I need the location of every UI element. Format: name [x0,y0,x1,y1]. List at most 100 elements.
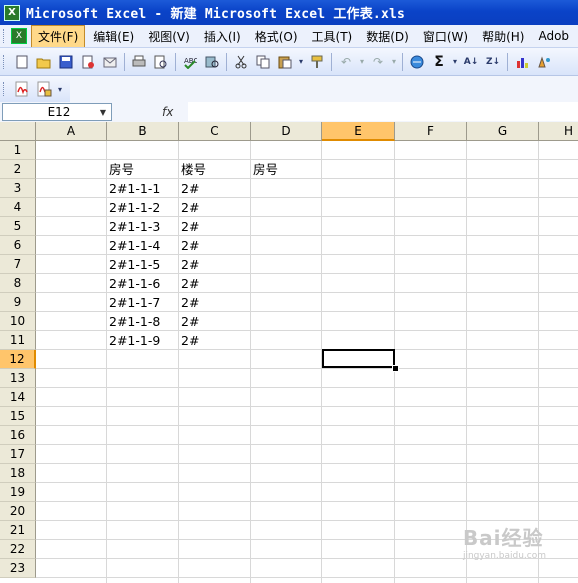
copy-icon[interactable] [253,52,273,72]
menu-insert[interactable]: 插入(I) [198,26,247,47]
active-cell-e12[interactable] [322,349,395,368]
sort-ascending-icon[interactable]: A↓ [461,52,481,72]
chevron-down-icon[interactable]: ▾ [451,52,459,72]
chart-wizard-icon[interactable] [512,52,532,72]
row-header-5[interactable]: 5 [0,217,36,236]
cell-b3[interactable]: 2#1-1-1 [107,179,179,198]
cell-b2[interactable]: 房号 [107,160,179,179]
column-header-e[interactable]: E [322,122,395,141]
column-header-d[interactable]: D [251,122,322,141]
chevron-down-icon[interactable]: ▼ [95,108,111,117]
menu-window[interactable]: 窗口(W) [417,26,474,47]
row-header-1[interactable]: 1 [0,141,36,160]
cell-c7[interactable]: 2# [179,255,251,274]
row-header-13[interactable]: 13 [0,369,36,388]
excel-icon[interactable]: X [4,4,20,21]
row-header-14[interactable]: 14 [0,388,36,407]
row-header-11[interactable]: 11 [0,331,36,350]
cell-c11[interactable]: 2# [179,331,251,350]
print-preview-icon[interactable] [151,52,171,72]
save-icon[interactable] [56,52,76,72]
toolbar-grip[interactable] [3,82,7,96]
hyperlink-icon[interactable] [407,52,427,72]
cell-c3[interactable]: 2# [179,179,251,198]
row-header-6[interactable]: 6 [0,236,36,255]
pdf-settings-icon[interactable] [34,79,54,99]
print-icon[interactable] [129,52,149,72]
select-all-corner[interactable] [0,122,36,141]
row-header-19[interactable]: 19 [0,483,36,502]
cell-c6[interactable]: 2# [179,236,251,255]
email-icon[interactable] [100,52,120,72]
row-header-21[interactable]: 21 [0,521,36,540]
cell-c4[interactable]: 2# [179,198,251,217]
workbook-icon[interactable]: X [11,28,27,44]
insert-function-button[interactable]: fx [162,105,182,119]
row-header-3[interactable]: 3 [0,179,36,198]
column-header-h[interactable]: H [539,122,578,141]
name-box[interactable]: E12 ▼ [2,103,112,121]
cell-b4[interactable]: 2#1-1-2 [107,198,179,217]
autosum-icon[interactable]: Σ [429,52,449,72]
cut-icon[interactable] [231,52,251,72]
toolbar-options-icon[interactable]: ▾ [56,79,64,99]
paste-icon[interactable] [275,52,295,72]
toolbar-grip[interactable] [3,54,7,69]
cell-b7[interactable]: 2#1-1-5 [107,255,179,274]
chevron-down-icon[interactable]: ▾ [297,52,305,72]
permission-icon[interactable] [78,52,98,72]
row-header-2[interactable]: 2 [0,160,36,179]
cell-c9[interactable]: 2# [179,293,251,312]
cell-b9[interactable]: 2#1-1-7 [107,293,179,312]
chevron-down-icon[interactable]: ▾ [390,52,398,72]
formula-input[interactable] [188,102,578,121]
fill-handle[interactable] [392,365,399,372]
worksheet-grid[interactable]: A B C D E F G H 1 2 3 4 5 6 7 8 9 10 11 12 13 14 15 16 17 18 19 20 2… [0,122,578,583]
row-header-20[interactable]: 20 [0,502,36,521]
column-header-c[interactable]: C [179,122,251,141]
menu-format[interactable]: 格式(O) [249,26,304,47]
sort-descending-icon[interactable]: Z↓ [483,52,503,72]
column-header-b[interactable]: B [107,122,179,141]
row-header-4[interactable]: 4 [0,198,36,217]
undo-icon[interactable]: ↶ [336,52,356,72]
cell-b5[interactable]: 2#1-1-3 [107,217,179,236]
menu-file[interactable]: 文件(F) [31,25,86,47]
menu-view[interactable]: 视图(V) [142,26,196,47]
pdf-convert-icon[interactable] [12,79,32,99]
cell-b10[interactable]: 2#1-1-8 [107,312,179,331]
cell-c10[interactable]: 2# [179,312,251,331]
cell-c8[interactable]: 2# [179,274,251,293]
menu-grip[interactable] [3,29,7,43]
column-header-f[interactable]: F [395,122,467,141]
cell-d2[interactable]: 房号 [251,160,322,179]
menu-data[interactable]: 数据(D) [360,26,415,47]
row-header-10[interactable]: 10 [0,312,36,331]
row-header-18[interactable]: 18 [0,464,36,483]
column-header-g[interactable]: G [467,122,539,141]
cell-c5[interactable]: 2# [179,217,251,236]
row-header-8[interactable]: 8 [0,274,36,293]
new-icon[interactable] [12,52,32,72]
format-painter-icon[interactable] [307,52,327,72]
column-header-a[interactable]: A [36,122,107,141]
row-header-23[interactable]: 23 [0,559,36,578]
research-icon[interactable] [202,52,222,72]
menu-edit[interactable]: 编辑(E) [87,26,140,47]
row-header-22[interactable]: 22 [0,540,36,559]
open-icon[interactable] [34,52,54,72]
redo-icon[interactable]: ↷ [368,52,388,72]
spelling-icon[interactable]: ABC [180,52,200,72]
cell-b11[interactable]: 2#1-1-9 [107,331,179,350]
row-header-16[interactable]: 16 [0,426,36,445]
chevron-down-icon[interactable]: ▾ [358,52,366,72]
row-header-17[interactable]: 17 [0,445,36,464]
menu-adobe[interactable]: Adob [532,27,575,45]
row-header-15[interactable]: 15 [0,407,36,426]
menu-tools[interactable]: 工具(T) [306,26,359,47]
cell-b6[interactable]: 2#1-1-4 [107,236,179,255]
row-header-12[interactable]: 12 [0,350,36,369]
row-header-9[interactable]: 9 [0,293,36,312]
drawing-icon[interactable] [534,52,554,72]
cell-b8[interactable]: 2#1-1-6 [107,274,179,293]
